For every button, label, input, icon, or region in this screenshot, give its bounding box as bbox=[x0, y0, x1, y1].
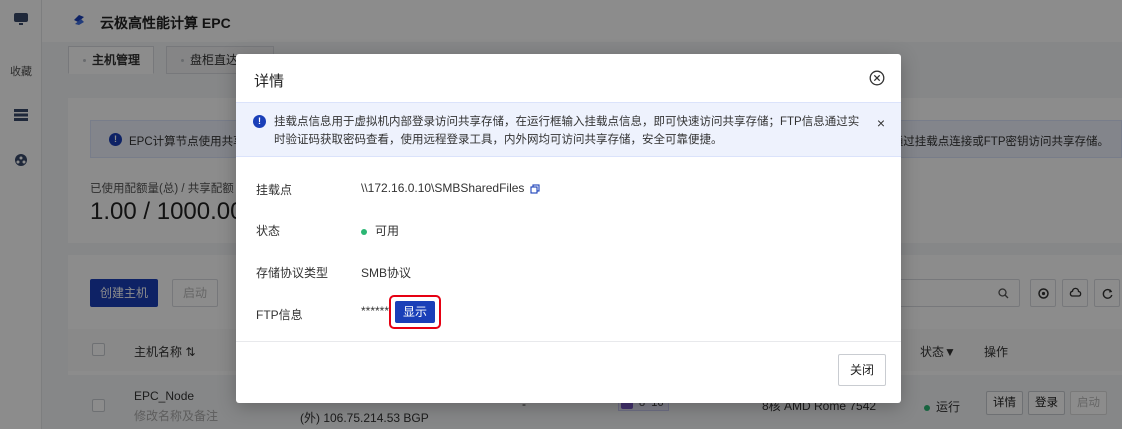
mount-point-text: \\172.16.0.10\SMBSharedFiles bbox=[361, 181, 525, 195]
status-value: 可用 bbox=[361, 222, 399, 239]
modal-notice-text: 挂载点信息用于虚拟机内部登录访问共享存储，在运行框输入挂载点信息，即可快速访问共… bbox=[274, 116, 860, 146]
details-modal: 详情 ! 挂载点信息用于虚拟机内部登录访问共享存储，在运行框输入挂载点信息，即可… bbox=[236, 54, 901, 403]
info-icon: ! bbox=[253, 115, 266, 128]
close-button[interactable]: 关闭 bbox=[838, 354, 886, 386]
status-label: 状态 bbox=[256, 224, 281, 238]
show-ftp-button[interactable]: 显示 bbox=[395, 301, 435, 323]
copy-icon[interactable] bbox=[530, 184, 540, 194]
protocol-label: 存储协议类型 bbox=[256, 266, 329, 280]
dismiss-notice-icon[interactable]: × bbox=[877, 115, 885, 131]
close-circle-icon[interactable] bbox=[869, 70, 885, 86]
protocol-value: SMB协议 bbox=[361, 266, 412, 280]
status-dot bbox=[361, 228, 367, 235]
modal-info-notice: ! 挂载点信息用于虚拟机内部登录访问共享存储，在运行框输入挂载点信息，即可快速访… bbox=[236, 102, 901, 157]
ftp-password-masked: ****** bbox=[361, 304, 390, 318]
ftp-info-label: FTP信息 bbox=[256, 308, 303, 322]
show-button-highlight: 显示 bbox=[389, 295, 441, 329]
modal-title: 详情 bbox=[254, 73, 285, 90]
mount-point-value: \\172.16.0.10\SMBSharedFiles bbox=[361, 181, 540, 195]
mount-point-label: 挂载点 bbox=[256, 183, 293, 197]
status-text: 可用 bbox=[375, 224, 400, 238]
modal-footer-divider bbox=[236, 341, 901, 342]
